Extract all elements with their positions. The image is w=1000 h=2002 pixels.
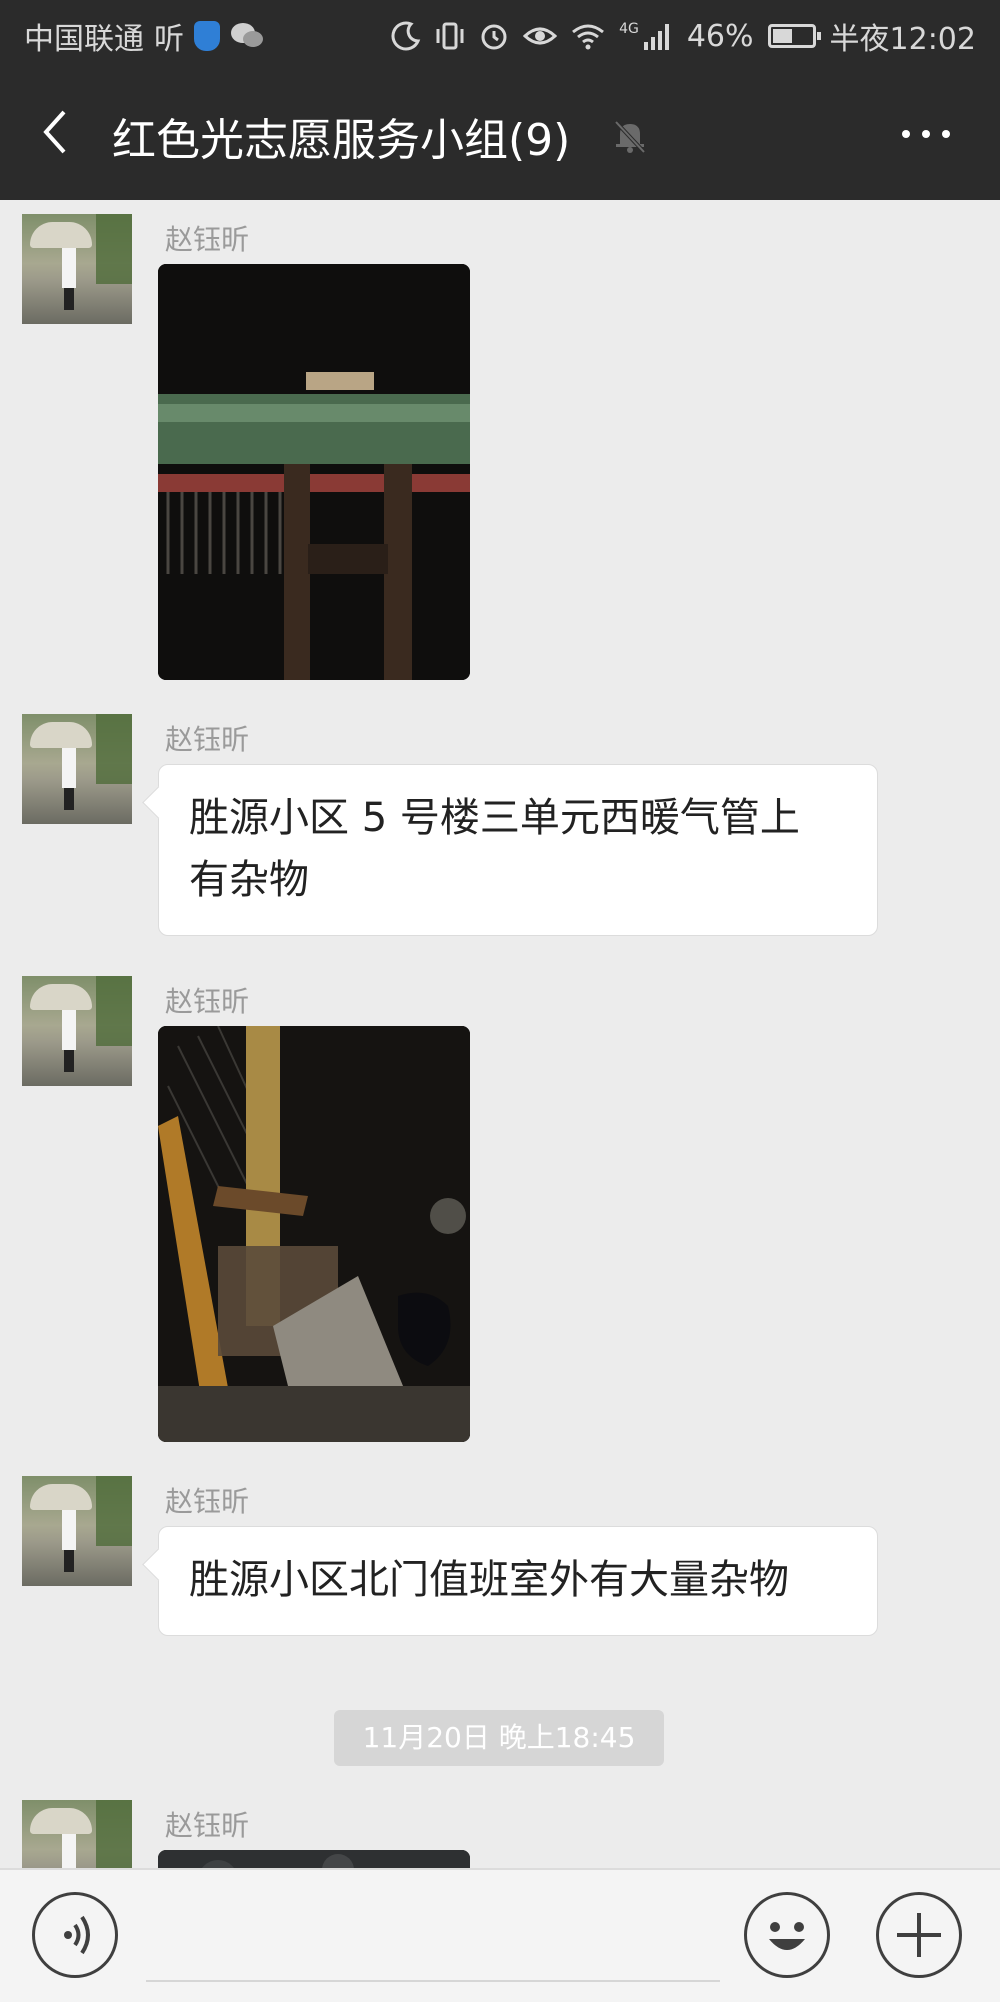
text-message-bubble[interactable]: 胜源小区 5 号楼三单元西暖气管上 有杂物 [158, 764, 878, 936]
voice-icon [64, 1915, 90, 1955]
status-left: 中国联通 听 [24, 14, 264, 58]
plus-icon [897, 1913, 941, 1957]
alarm-icon [481, 24, 507, 50]
battery-percent: 46% [686, 18, 754, 54]
vibrate-icon [436, 22, 464, 50]
message-text-line: 有杂物 [189, 857, 309, 903]
chat-title[interactable]: 红色光志愿服务小组(9) [112, 104, 570, 168]
sender-name: 赵钰昕 [165, 223, 250, 256]
avatar[interactable] [22, 976, 132, 1086]
mute-bell-icon [614, 120, 646, 154]
message-text-line: 胜源小区北门值班室外有大量杂物 [189, 1557, 789, 1603]
sender-name: 赵钰昕 [165, 985, 250, 1018]
signal-icon [643, 24, 669, 50]
smiley-icon [769, 1922, 805, 1950]
sender-name: 赵钰昕 [165, 1485, 250, 1518]
status-right: 4G 46% 半夜12:02 [391, 14, 976, 58]
image-partial [158, 1850, 470, 1868]
emoji-button[interactable] [744, 1892, 830, 1978]
input-bar [0, 1868, 1000, 2002]
network-label: 4G [619, 21, 639, 37]
image-message[interactable] [158, 1026, 470, 1442]
image-message[interactable] [158, 1850, 470, 1868]
image-night-pipe [158, 264, 470, 680]
eye-icon [523, 27, 558, 45]
message-input[interactable] [146, 1980, 720, 1982]
more-options-icon[interactable] [896, 124, 956, 144]
voice-input-button[interactable] [32, 1892, 118, 1978]
battery-icon [767, 24, 821, 48]
text-message-bubble[interactable]: 胜源小区北门值班室外有大量杂物 [158, 1526, 878, 1636]
wechat-icon [231, 23, 263, 47]
carrier-label: 中国联通 [24, 22, 144, 57]
carrier-app-label: 听 [154, 22, 184, 57]
shield-icon [194, 21, 220, 51]
chat-header: 红色光志愿服务小组(9) [0, 66, 1000, 200]
moon-icon [391, 21, 421, 51]
sender-name: 赵钰昕 [165, 723, 250, 756]
image-night-debris [158, 1026, 470, 1442]
back-arrow-icon[interactable] [30, 102, 90, 162]
chat-message-list[interactable]: 赵钰昕 赵钰昕 胜源小区 5 号楼三单元西暖气管上 有杂物 赵钰昕 赵钰昕 胜源… [0, 200, 1000, 1868]
avatar[interactable] [22, 1476, 132, 1586]
sender-name: 赵钰昕 [165, 1809, 250, 1842]
image-message[interactable] [158, 264, 470, 680]
message-text-line: 胜源小区 5 号楼三单元西暖气管上 [189, 795, 800, 841]
avatar[interactable] [22, 214, 132, 324]
more-functions-button[interactable] [876, 1892, 962, 1978]
status-time: 半夜12:02 [829, 22, 976, 57]
timestamp-divider: 11月20日 晚上18:45 [334, 1710, 664, 1766]
avatar[interactable] [22, 714, 132, 824]
status-bar: 中国联通 听 4G 46% 半夜12:02 [0, 0, 1000, 66]
avatar[interactable] [22, 1800, 132, 1868]
wifi-icon [572, 24, 605, 50]
